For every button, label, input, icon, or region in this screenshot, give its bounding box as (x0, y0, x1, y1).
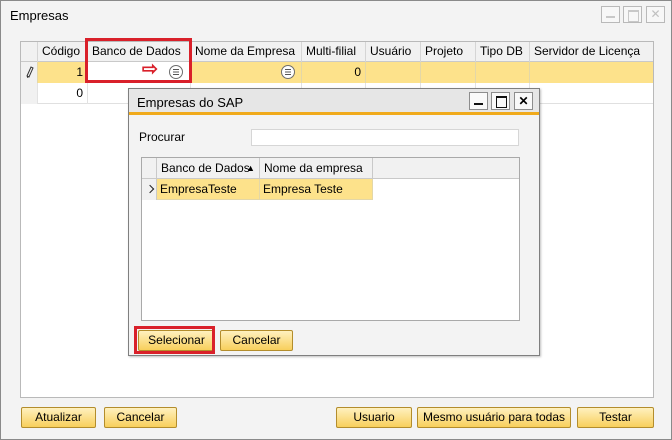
header-codigo[interactable]: Código (38, 42, 88, 62)
dialog-cancel-button[interactable]: Cancelar (220, 330, 293, 351)
header-multi-filial[interactable]: Multi-filial (302, 42, 366, 62)
user-button[interactable]: Usuario (336, 407, 412, 428)
dialog-minimize-button[interactable] (469, 92, 488, 110)
lookup-icon-nome[interactable] (281, 65, 295, 79)
search-input[interactable] (251, 129, 519, 146)
dialog-grid-header: Banco de Dados ▲ Nome da empresa (142, 158, 519, 179)
close-icon: ✕ (518, 94, 529, 108)
cell-projeto[interactable] (421, 62, 476, 83)
empresas-window: Empresas ✕ Código Banco de Dados Nome da… (0, 0, 672, 440)
header-projeto[interactable]: Projeto (421, 42, 476, 62)
cell-usuario[interactable] (366, 62, 421, 83)
test-button[interactable]: Testar (577, 407, 654, 428)
window-title: Empresas (10, 8, 69, 23)
maximize-button[interactable] (623, 6, 642, 23)
row-selector[interactable] (21, 62, 38, 83)
cell-servidor-de-licenca[interactable] (530, 83, 653, 104)
close-icon: ✕ (650, 7, 661, 21)
search-label: Procurar (139, 130, 186, 144)
annotation-highlight-banco (85, 38, 192, 83)
header-servidor-de-licenca[interactable]: Servidor de Licença (530, 42, 653, 62)
dialog-header-nome[interactable]: Nome da empresa (260, 158, 373, 179)
annotation-highlight-select (134, 326, 215, 354)
header-row-selector (21, 42, 38, 62)
dialog-cell-banco[interactable]: EmpresaTeste (157, 179, 260, 200)
empresas-do-sap-dialog: Empresas do SAP ✕ Procurar Banco de Dado… (128, 88, 540, 356)
row-selector[interactable] (21, 83, 38, 104)
cell-codigo[interactable]: 0 (38, 83, 88, 104)
cell-servidor-de-licenca[interactable] (530, 62, 653, 83)
header-usuario[interactable]: Usuário (366, 42, 421, 62)
dialog-header-selector (142, 158, 157, 179)
dialog-titlebar: Empresas do SAP ✕ (129, 89, 539, 115)
cell-codigo[interactable]: 1 (38, 62, 88, 83)
cell-multi-filial[interactable]: 0 (302, 62, 366, 83)
update-button[interactable]: Atualizar (21, 407, 96, 428)
list-item[interactable]: EmpresaTeste Empresa Teste (142, 179, 519, 200)
close-button[interactable]: ✕ (646, 6, 665, 23)
cell-tipo-db[interactable] (476, 62, 530, 83)
row-pointer-icon (142, 179, 157, 200)
dialog-header-banco[interactable]: Banco de Dados ▲ (157, 158, 260, 179)
header-tipo-db[interactable]: Tipo DB (476, 42, 530, 62)
dialog-header-banco-label: Banco de Dados (161, 161, 250, 175)
dialog-title: Empresas do SAP (137, 95, 244, 110)
sap-companies-grid[interactable]: Banco de Dados ▲ Nome da empresa Empresa… (141, 157, 520, 321)
minimize-button[interactable] (601, 6, 620, 23)
sort-ascending-icon: ▲ (246, 163, 255, 173)
pencil-icon (26, 66, 34, 78)
cancel-button[interactable]: Cancelar (104, 407, 177, 428)
dialog-cell-nome[interactable]: Empresa Teste (260, 179, 373, 200)
dialog-maximize-button[interactable] (491, 92, 510, 110)
header-nome-da-empresa[interactable]: Nome da Empresa (191, 42, 302, 62)
same-user-for-all-button[interactable]: Mesmo usuário para todas (417, 407, 571, 428)
dialog-close-button[interactable]: ✕ (514, 92, 533, 110)
window-titlebar: Empresas ✕ (1, 1, 671, 28)
